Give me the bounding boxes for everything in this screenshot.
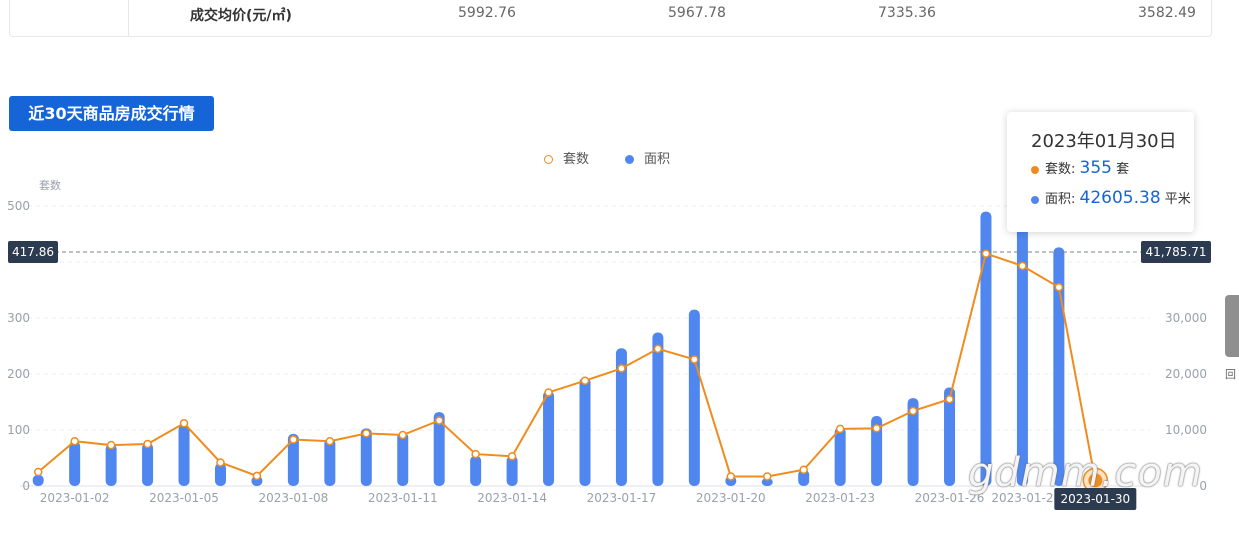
- x-tick-label: 2023-01-05: [149, 491, 219, 505]
- dot-icon: [1031, 165, 1039, 174]
- y-left-tick-label: 200: [7, 367, 30, 381]
- line-point: [763, 472, 772, 481]
- line-point: [362, 429, 371, 438]
- line-point: [106, 440, 116, 450]
- line-point: [434, 416, 444, 425]
- bar-area: [470, 455, 482, 486]
- x-tick-label: 2023-01-17: [587, 491, 657, 505]
- line-point: [33, 467, 43, 477]
- line-point: [289, 435, 298, 444]
- line-point: [143, 439, 152, 449]
- line-point: [544, 388, 553, 397]
- line-point: [726, 472, 736, 481]
- tooltip-row-units: 套数: 355 套: [1031, 158, 1129, 178]
- y-left-tick-label: 100: [7, 423, 30, 437]
- back-to-top-button[interactable]: [1225, 295, 1239, 357]
- y-right-tick-label: 20,000: [1165, 367, 1207, 381]
- line-point: [179, 419, 189, 428]
- x-tick-label: 2023-01-20: [696, 491, 766, 505]
- bar-area: [397, 432, 409, 486]
- dot-icon: [1031, 195, 1039, 204]
- bar-area: [105, 444, 117, 486]
- bar-area: [834, 427, 846, 486]
- line-point: [653, 344, 663, 354]
- tooltip-area-value: 42605.38: [1079, 188, 1161, 208]
- tooltip-units-label: 套数:: [1045, 162, 1076, 177]
- line-point: [70, 436, 79, 446]
- line-point: [690, 355, 699, 364]
- line-point: [471, 449, 480, 459]
- bar-area: [652, 332, 664, 486]
- bar-area: [69, 441, 81, 486]
- series-line-units: [37, 252, 1097, 481]
- watermark: gdmm.com: [968, 450, 1203, 496]
- line-point: [216, 458, 225, 467]
- line-point: [1018, 261, 1027, 271]
- bar-area: [178, 424, 190, 486]
- tooltip-units-unit: 套: [1116, 162, 1130, 177]
- bar-area: [1016, 217, 1028, 486]
- x-tick-label: 2023-01-08: [259, 491, 329, 505]
- tooltip-area-label: 面积:: [1045, 192, 1076, 207]
- crosshair-left-label: 417.86: [12, 245, 54, 259]
- chart-tooltip: 2023年01月30日 套数: 355 套 面积: 42605.38 平米: [1007, 112, 1194, 232]
- y-left-tick-label: 500: [7, 199, 30, 213]
- bar-area: [324, 438, 336, 486]
- line-point: [835, 424, 845, 434]
- y-right-tick-label: 10,000: [1165, 423, 1207, 437]
- bar-area: [543, 390, 555, 486]
- x-tick-label: 2023-01-14: [477, 491, 547, 505]
- side-button-label: 回: [1225, 368, 1236, 381]
- x-tick-label: 2023-01-23: [805, 491, 875, 505]
- x-tick-label: 2023-01-11: [368, 491, 438, 505]
- line-point: [507, 452, 517, 461]
- crosshair-right-label: 41,785.71: [1145, 245, 1206, 259]
- line-point: [252, 471, 262, 481]
- tooltip-units-value: 355: [1079, 158, 1112, 178]
- tooltip-date: 2023年01月30日: [1031, 131, 1177, 152]
- line-point: [1054, 282, 1064, 292]
- tooltip-area-unit: 平米: [1164, 192, 1191, 207]
- line-point: [945, 394, 954, 404]
- tooltip-row-area: 面积: 42605.38 平米: [1031, 188, 1191, 208]
- x-tick-label: 2023-01-02: [40, 491, 110, 505]
- line-point: [799, 465, 808, 475]
- line-point: [580, 376, 590, 385]
- line-point: [617, 364, 626, 373]
- bar-area: [688, 309, 700, 486]
- bar-area: [142, 442, 154, 486]
- line-point: [325, 436, 335, 446]
- line-point: [908, 406, 918, 416]
- bar-area: [579, 377, 591, 486]
- y-left-tick-label: 0: [22, 479, 30, 493]
- y-left-tick-label: 300: [7, 311, 30, 325]
- bar-area: [32, 474, 44, 486]
- line-point: [872, 424, 881, 433]
- line-point: [981, 249, 991, 258]
- line-point: [398, 430, 407, 440]
- y-right-tick-label: 30,000: [1165, 311, 1207, 325]
